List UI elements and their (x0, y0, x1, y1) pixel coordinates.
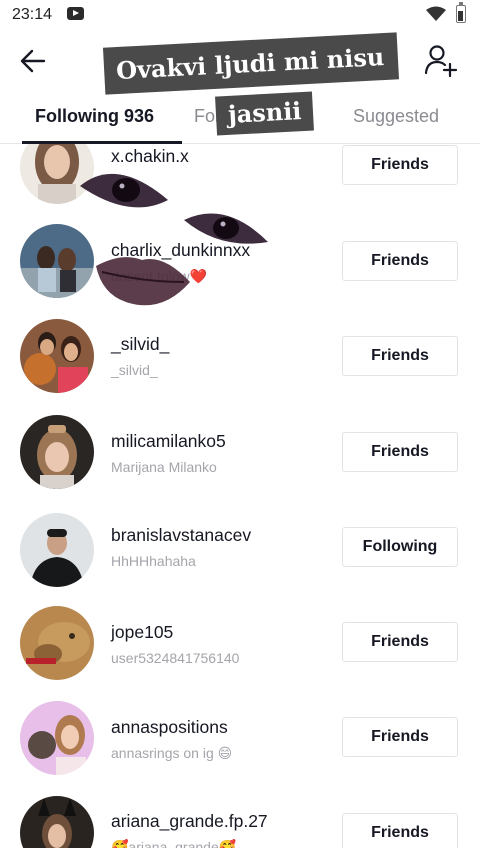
username: branislavstanacev (111, 525, 252, 545)
username: charlix_dunkinnxx (111, 240, 251, 260)
username: _silvid_ (111, 334, 170, 354)
nickname: HhHHhahaha (111, 553, 196, 569)
friends-button[interactable]: Friends (342, 622, 458, 662)
username: milicamilanko5 (111, 431, 226, 451)
avatar[interactable] (20, 144, 94, 204)
friends-button[interactable]: Friends (342, 336, 458, 376)
nickname: 🥰ariana_grande🥰 (111, 839, 237, 848)
list-item[interactable]: annaspositions annasrings on ig 😄 Friend… (0, 692, 480, 788)
avatar[interactable] (20, 513, 94, 587)
avatar[interactable] (20, 319, 94, 393)
list-item[interactable]: branislavstanacev HhHHhahaha Following (0, 501, 480, 597)
nickname: annasrings on ig 😄 (111, 745, 233, 761)
list-item[interactable]: ariana_grande.fp.27 🥰ariana_grande🥰 Frie… (0, 787, 480, 848)
friends-button[interactable]: Friends (342, 145, 458, 185)
tab-following[interactable]: Following 936 (35, 106, 154, 127)
battery-icon (456, 2, 466, 23)
friends-button[interactable]: Friends (342, 717, 458, 757)
list-item[interactable]: charlix_dunkinnxx dosent folow❤️ Friends (0, 214, 480, 310)
avatar[interactable] (20, 606, 94, 680)
nickname: Marijana Milanko (111, 459, 217, 475)
back-arrow-icon[interactable] (16, 44, 50, 78)
username: ariana_grande.fp.27 (111, 811, 268, 831)
tab-bar: Following 936 Followers 6 Suggested (0, 96, 480, 144)
username: annaspositions (111, 717, 228, 737)
friends-button[interactable]: Friends (342, 813, 458, 848)
following-button[interactable]: Following (342, 527, 458, 567)
following-list: x.chakin.x Friends charlix_dunkinnxx dos… (0, 144, 480, 848)
nickname: dosent folow❤️ (111, 268, 208, 284)
header: nickelodeon_x.noobess (0, 30, 480, 90)
list-item[interactable]: x.chakin.x Friends (0, 144, 480, 204)
list-item[interactable]: milicamilanko5 Marijana Milanko Friends (0, 406, 480, 502)
nickname: user5324841756140 (111, 650, 240, 666)
list-item[interactable]: jope105 user5324841756140 Friends (0, 596, 480, 692)
tab-followers[interactable]: Followers 6 (194, 106, 286, 127)
add-user-icon[interactable] (422, 42, 460, 80)
avatar[interactable] (20, 415, 94, 489)
friends-button[interactable]: Friends (342, 241, 458, 281)
avatar[interactable] (20, 701, 94, 775)
youtube-icon (67, 7, 84, 20)
status-time: 23:14 (12, 6, 53, 23)
wifi-icon (426, 6, 446, 21)
status-bar: 23:14 (0, 0, 480, 30)
username: jope105 (111, 622, 174, 642)
avatar[interactable] (20, 796, 94, 848)
page-title: nickelodeon_x.noobess (132, 50, 348, 71)
tab-suggested[interactable]: Suggested (353, 106, 439, 127)
nickname: _silvid_ (111, 362, 158, 378)
avatar[interactable] (20, 224, 94, 298)
username: x.chakin.x (111, 146, 189, 166)
list-item[interactable]: _silvid_ _silvid_ Friends (0, 310, 480, 406)
friends-button[interactable]: Friends (342, 432, 458, 472)
